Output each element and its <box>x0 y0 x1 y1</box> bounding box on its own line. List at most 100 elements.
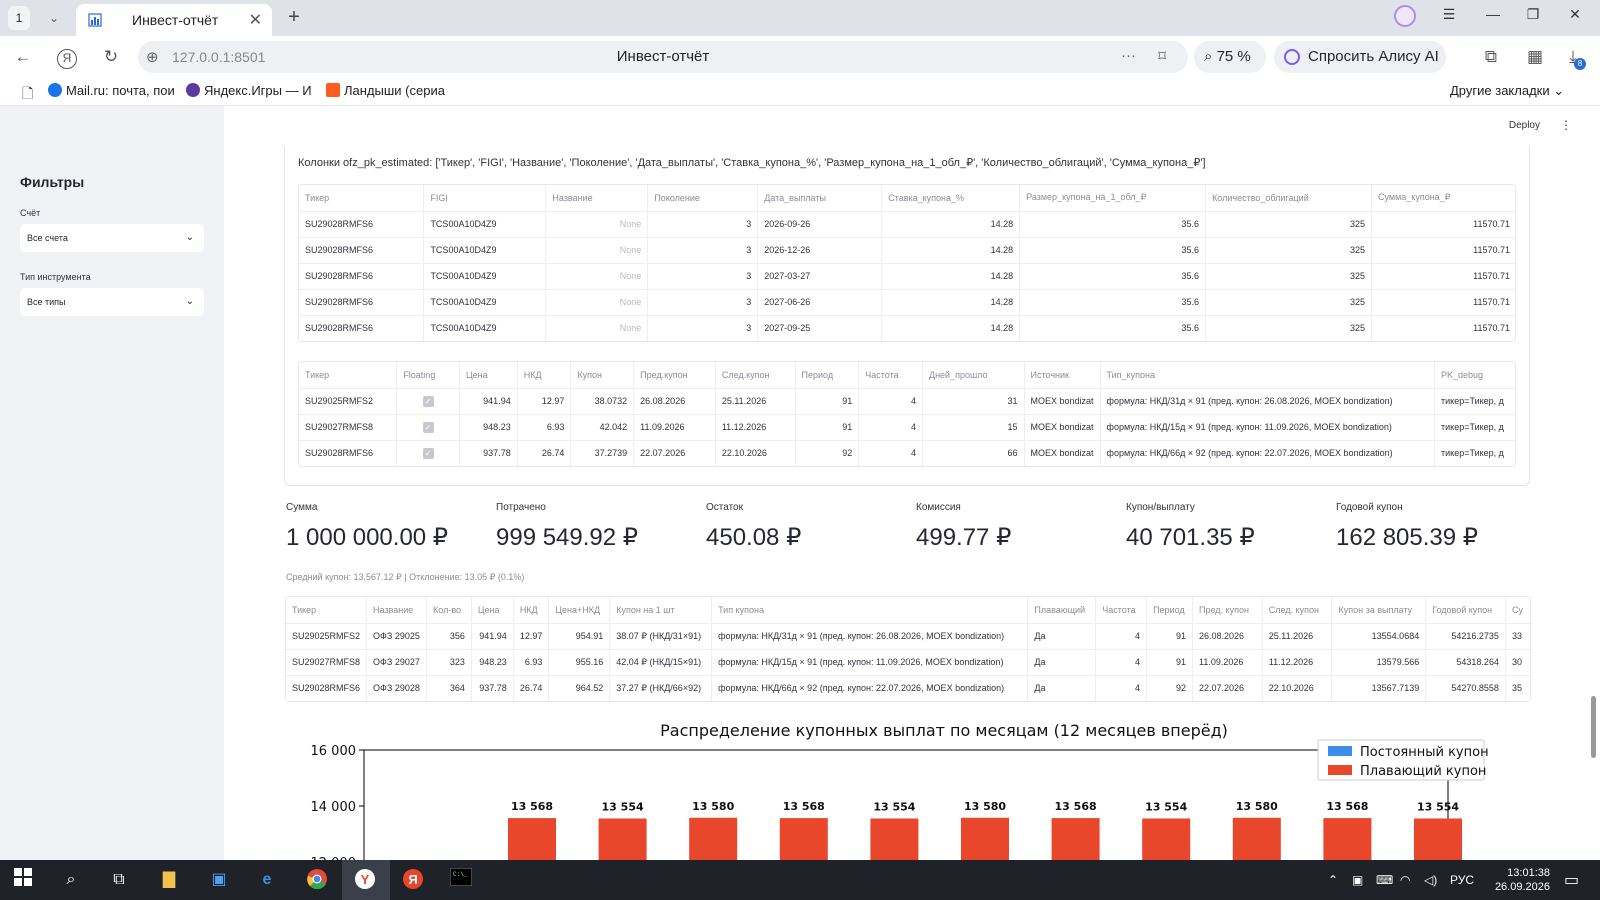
column-header[interactable]: Дата_выплаты <box>757 185 883 212</box>
active-tab[interactable]: Инвест-отчёт ✕ <box>76 4 272 36</box>
keyboard-icon[interactable]: ⌨ <box>1376 873 1393 887</box>
bookmark-label: Яндекс.Игры — И <box>204 83 312 98</box>
close-window-icon[interactable]: ✕ <box>1560 6 1590 23</box>
table-cell: 3 <box>647 289 759 316</box>
account-select[interactable]: Все счета ⌄ <box>20 224 204 252</box>
column-header[interactable]: Floating <box>396 362 460 389</box>
meet-now-icon[interactable]: ▣ <box>1352 873 1363 887</box>
column-header[interactable]: Купон <box>570 362 635 389</box>
language-indicator[interactable]: РУС <box>1450 873 1474 887</box>
zoom-button[interactable]: ⌕ 75 % <box>1194 41 1266 73</box>
notifications-icon[interactable]: ▭ <box>1564 870 1579 890</box>
yandex-icon[interactable]: Я <box>400 868 426 892</box>
deploy-button[interactable]: Deploy <box>1509 120 1540 131</box>
table-cell: 3 <box>647 263 759 290</box>
table-cell: 26.08.2026 <box>633 388 716 415</box>
table-cell: 964.52 <box>548 675 611 701</box>
tab-close-icon[interactable]: ✕ <box>249 10 262 30</box>
column-header[interactable]: FIGI <box>423 185 547 212</box>
back-arrow-icon[interactable]: ← <box>12 46 34 68</box>
tab-count-badge[interactable]: 1 <box>8 6 30 30</box>
column-header[interactable]: Период <box>1146 597 1193 624</box>
minimize-icon[interactable]: — <box>1478 6 1508 22</box>
column-header[interactable]: Цена <box>459 362 518 389</box>
column-header[interactable]: Цена+НКД <box>548 597 611 624</box>
yandex-browser-icon[interactable]: Y <box>352 868 378 892</box>
yandex-logo-icon[interactable]: Я <box>56 46 78 69</box>
column-header[interactable]: НКД <box>513 597 550 624</box>
profile-avatar-icon[interactable] <box>1390 5 1420 30</box>
alice-button[interactable]: Спросить Алису AI <box>1274 41 1446 73</box>
bookmark-item-landyshi[interactable]: Ландыши (сериа <box>326 83 452 98</box>
edge-ie-icon[interactable]: e <box>254 868 280 892</box>
terminal-icon[interactable]: C:\_ <box>448 867 474 892</box>
column-header[interactable]: Количество_облигаций <box>1205 185 1372 212</box>
column-header[interactable]: Кол-во <box>426 597 472 624</box>
bar-floating-coupon <box>1051 818 1100 860</box>
address-bar[interactable]: ⊕ 127.0.0.1:8501 Инвест-отчёт ··· ⌑ <box>138 41 1188 73</box>
column-header[interactable]: Название <box>545 185 649 212</box>
table-cell: 3 <box>647 315 759 341</box>
restore-icon[interactable]: ❐ <box>1518 6 1548 23</box>
more-dots-icon[interactable]: ··· <box>1121 47 1136 64</box>
column-header[interactable]: Пред.купон <box>633 362 716 389</box>
column-header[interactable]: Тикер <box>286 597 368 624</box>
metric-value: 1 000 000.00 ₽ <box>286 524 449 551</box>
extensions-icon[interactable]: ▦ <box>1524 46 1546 68</box>
column-header[interactable]: Ставка_купона_% <box>881 185 1021 212</box>
bookmark-item-mailru[interactable]: Mail.ru: почта, пои <box>48 83 174 98</box>
column-header[interactable]: Су <box>1505 597 1530 624</box>
bookmark-item-games[interactable]: Яндекс.Игры — И <box>186 83 312 98</box>
column-header[interactable]: Размер_купона_на_1_обл_₽ <box>1019 185 1207 212</box>
collections-icon[interactable]: ⧉ <box>1480 46 1502 68</box>
column-header[interactable]: Тикер <box>299 185 425 212</box>
column-header[interactable]: Годовой купон <box>1425 597 1506 624</box>
column-header[interactable]: Источник <box>1024 362 1101 389</box>
browser-menu-icon[interactable]: ☰ <box>1434 6 1464 23</box>
file-explorer-icon[interactable]: ▇ <box>156 868 182 892</box>
floating-debug-table[interactable]: Тикер Floating Цена НКД Купон Пред.купон След.… <box>298 361 1516 467</box>
downloads-icon[interactable]: ⤓ 8 <box>1562 46 1586 70</box>
column-header[interactable]: Купон за выплату <box>1331 597 1427 624</box>
column-header[interactable]: НКД <box>517 362 572 389</box>
instrument-type-select[interactable]: Все типы ⌄ <box>20 288 204 316</box>
windows-start-icon[interactable] <box>10 868 36 892</box>
column-header[interactable]: Тип_купона <box>1100 362 1436 389</box>
column-header[interactable]: Частота <box>858 362 923 389</box>
volume-icon[interactable]: ◁) <box>1424 873 1437 887</box>
column-header[interactable]: Пред. купон <box>1192 597 1263 624</box>
chrome-icon[interactable] <box>304 868 330 892</box>
search-icon[interactable]: ⌕ <box>58 868 84 892</box>
column-header[interactable]: Дней_прошло <box>922 362 1025 389</box>
other-bookmarks[interactable]: Другие закладки ⌄ <box>1450 83 1564 99</box>
ofz-estimated-table[interactable]: Тикер FIGI Название Поколение Дата_выплаты Ст… <box>298 184 1516 342</box>
table-cell: 22.07.2026 <box>1192 675 1263 701</box>
bookmark-icon[interactable]: ⌑ <box>1158 47 1166 65</box>
page-scrollbar[interactable] <box>1591 696 1596 758</box>
tab-list-chevron-icon[interactable]: ⌄ <box>44 8 64 28</box>
task-view-icon[interactable]: ⧉ <box>106 868 132 892</box>
new-tab-icon[interactable]: + <box>282 6 306 30</box>
column-header[interactable]: Поколение <box>647 185 759 212</box>
column-header[interactable]: Частота <box>1095 597 1148 624</box>
wifi-icon[interactable]: ◠ <box>1400 873 1410 887</box>
column-header[interactable]: Период <box>795 362 860 389</box>
reload-icon[interactable]: ↻ <box>100 46 122 68</box>
main-menu-icon[interactable]: ⋮ <box>1560 118 1572 132</box>
column-header[interactable]: PK_debug <box>1434 362 1515 389</box>
column-header[interactable]: След.купон <box>715 362 796 389</box>
column-header[interactable]: Тип купона <box>711 597 1029 624</box>
portfolio-table[interactable]: Тикер Название Кол-во Цена НКД Цена+НКД Купон … <box>285 596 1531 702</box>
column-header[interactable]: Купон на 1 шт <box>609 597 713 624</box>
column-header[interactable]: Название <box>366 597 428 624</box>
bookmarks-page-icon[interactable]: 🗋 <box>22 83 33 107</box>
column-header[interactable]: След. купон <box>1262 597 1333 624</box>
tray-chevron-up-icon[interactable]: ⌃ <box>1328 873 1338 887</box>
clock[interactable]: 13:01:38 26.09.2026 <box>1495 866 1550 894</box>
column-header[interactable]: Плавающий <box>1027 597 1097 624</box>
column-header[interactable]: Сумма_купона_₽ <box>1371 185 1515 212</box>
table-cell: None <box>545 211 649 238</box>
column-header[interactable]: Тикер <box>299 362 398 389</box>
store-icon[interactable]: ▣ <box>206 868 232 892</box>
column-header[interactable]: Цена <box>471 597 514 624</box>
